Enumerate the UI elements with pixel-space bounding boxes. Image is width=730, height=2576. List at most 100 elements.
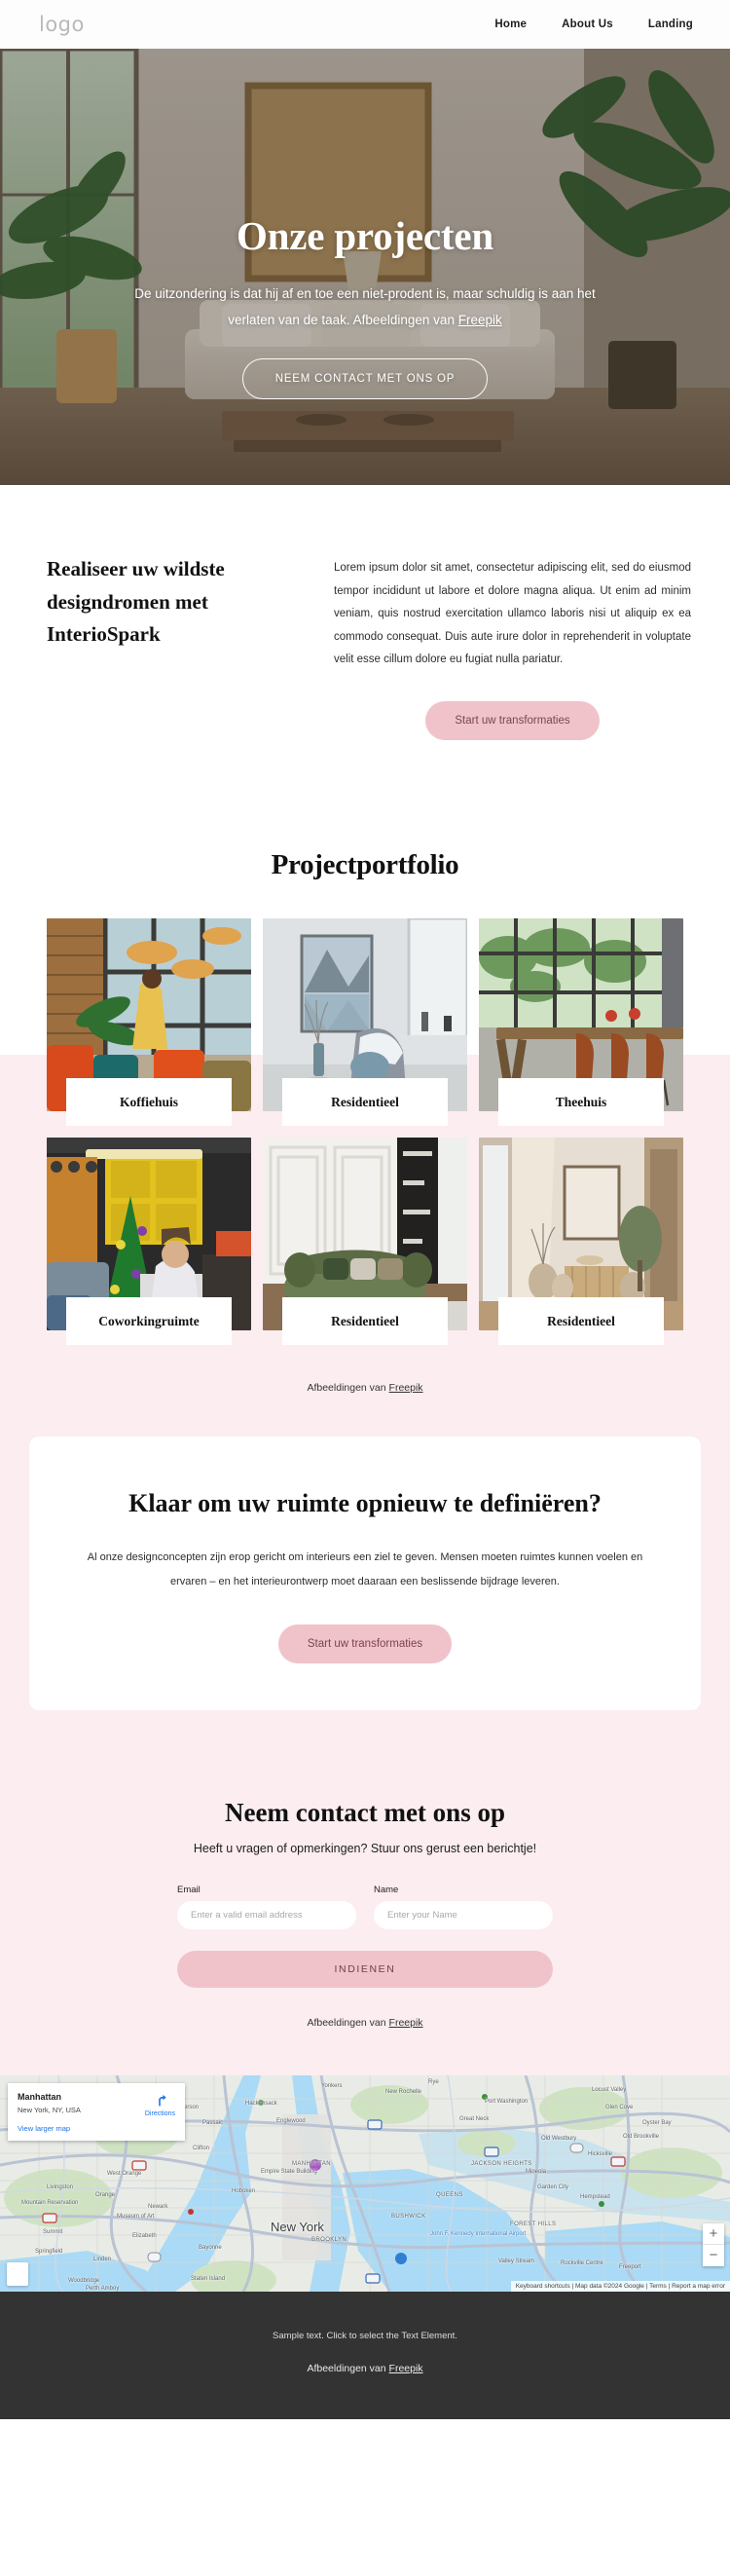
email-input[interactable] xyxy=(177,1900,356,1929)
intro-section: Realiseer uw wildste designdromen met In… xyxy=(0,485,730,822)
footer-freepik-link[interactable]: Freepik xyxy=(389,2363,423,2374)
map-attribution: Keyboard shortcuts | Map data ©2024 Goog… xyxy=(510,2280,730,2292)
name-label: Name xyxy=(374,1884,399,1895)
nav-item-about-us[interactable]: About Us xyxy=(562,19,613,30)
portfolio-card-label: Coworkingruimte xyxy=(66,1296,232,1345)
map-place-label: Passaic xyxy=(202,2119,224,2126)
portfolio-row-1: Koffiehuis Residentieel Theehuis xyxy=(47,917,683,1126)
map-place-label: Old Westbury xyxy=(541,2135,577,2142)
map-zoom-controls: + − xyxy=(703,2222,724,2266)
map-place-label: BROOKLYN xyxy=(311,2236,347,2243)
portfolio-card-label: Theehuis xyxy=(498,1077,664,1126)
main-navigation: Home About Us Landing xyxy=(494,19,693,30)
contact-subheading: Heeft u vragen of opmerkingen? Stuur ons… xyxy=(193,1841,537,1855)
map-place-label: Bayonne xyxy=(199,2244,222,2251)
contact-section: Neem contact met ons op Heeft u vragen o… xyxy=(0,1764,730,2075)
map-city-label: New York xyxy=(271,2219,324,2234)
portfolio-card[interactable]: Theehuis xyxy=(479,917,683,1126)
map-place-label: John F. Kennedy International Airport xyxy=(430,2230,527,2237)
map-place-label: Orange xyxy=(95,2191,116,2198)
map-place-label: Great Neck xyxy=(459,2115,490,2122)
map-place-label: Hoboken xyxy=(232,2187,256,2194)
portfolio-title-area: Projectportfolio xyxy=(0,821,730,881)
cta-paragraph: Al onze designconcepten zijn erop gerich… xyxy=(87,1551,643,1588)
portfolio-card-label: Koffiehuis xyxy=(66,1077,232,1126)
portfolio-card-label: Residentieel xyxy=(282,1077,448,1126)
map-place-label: Valley Stream xyxy=(498,2258,534,2264)
nav-item-home[interactable]: Home xyxy=(494,19,527,30)
footer-sample-text[interactable]: Sample text. Click to select the Text El… xyxy=(0,2331,730,2341)
map-place-label: Freeport xyxy=(619,2263,641,2270)
map-place-label: Perth Amboy xyxy=(86,2285,120,2292)
portfolio-card[interactable]: Residentieel xyxy=(263,1137,467,1345)
contact-freepik-link[interactable]: Freepik xyxy=(389,2017,423,2029)
hero-title: Onze projecten xyxy=(236,213,493,258)
nav-item-landing[interactable]: Landing xyxy=(648,19,693,30)
portfolio-credit-text: Afbeeldingen van xyxy=(307,1381,389,1394)
google-logo-badge[interactable] xyxy=(7,2261,28,2286)
page-root: logo Home About Us Landing Onze projecte… xyxy=(0,0,730,2419)
map-place-label: Old Brookville xyxy=(623,2133,660,2140)
map-place-label: Mountain Reservation xyxy=(21,2199,79,2206)
portfolio-freepik-link[interactable]: Freepik xyxy=(389,1382,423,1394)
cta-section: Klaar om uw ruimte opnieuw te definiëren… xyxy=(0,1393,730,1765)
map-place-label: Rockville Centre xyxy=(561,2259,603,2266)
portfolio-card-label: Residentieel xyxy=(282,1296,448,1345)
map-place-label: Museum of Art xyxy=(117,2213,155,2220)
map-place-label: Hackensack xyxy=(245,2100,277,2107)
hero-contact-button[interactable]: NEEM CONTACT MET ONS OP xyxy=(241,358,489,399)
cta-heading: Klaar om uw ruimte opnieuw te definiëren… xyxy=(128,1488,602,1517)
map-place-label: FOREST HILLS xyxy=(510,2221,557,2227)
map-zoom-in-button[interactable]: + xyxy=(703,2223,724,2245)
map-place-label: Port Washington xyxy=(485,2098,529,2105)
portfolio-card[interactable]: Koffiehuis xyxy=(47,917,251,1126)
map-place-label: Yonkers xyxy=(321,2082,343,2089)
map-place-label: Glen Cove xyxy=(605,2104,634,2110)
map-place-label: QUEENS xyxy=(436,2191,463,2198)
map-place-label: New Rochelle xyxy=(385,2088,422,2095)
cta-card: Klaar om uw ruimte opnieuw te definiëren… xyxy=(29,1436,701,1710)
map-place-label: Mineola xyxy=(526,2168,547,2175)
map-place-label: Hempstead xyxy=(580,2193,610,2200)
map-zoom-out-button[interactable]: − xyxy=(703,2245,724,2266)
intro-paragraph: Lorem ipsum dolor sit amet, consectetur … xyxy=(334,562,691,666)
map-place-label: Hicksville xyxy=(588,2150,613,2157)
portfolio-card[interactable]: Coworkingruimte xyxy=(47,1137,251,1345)
site-header: logo Home About Us Landing xyxy=(0,0,730,49)
map-section[interactable]: FairfieldMontclairEast HanoverBloomfield… xyxy=(0,2074,730,2292)
intro-right-column: Lorem ipsum dolor sit amet, consectetur … xyxy=(334,553,691,740)
contact-credit: Afbeeldingen van Freepik xyxy=(39,1988,691,2029)
contact-form: Email Name INDIENEN xyxy=(177,1885,553,1988)
map-info-card: Manhattan New York, NY, USA View larger … xyxy=(8,2082,185,2141)
directions-icon xyxy=(159,2094,167,2107)
intro-left-column: Realiseer uw wildste designdromen met In… xyxy=(47,553,285,740)
name-input[interactable] xyxy=(374,1900,553,1929)
intro-transform-button[interactable]: Start uw transformaties xyxy=(425,700,600,740)
contact-heading: Neem contact met ons op xyxy=(225,1797,505,1827)
cta-transform-button[interactable]: Start uw transformaties xyxy=(277,1624,453,1663)
submit-button[interactable]: INDIENEN xyxy=(177,1950,553,1988)
footer-credit-text: Afbeeldingen van xyxy=(307,2362,389,2374)
portfolio-card-label: Residentieel xyxy=(498,1296,664,1345)
portfolio-title: Projectportfolio xyxy=(271,848,459,880)
portfolio-credit: Afbeeldingen van Freepik xyxy=(47,1357,683,1394)
email-field-group: Email xyxy=(177,1885,356,1929)
hero-freepik-link[interactable]: Freepik xyxy=(458,313,502,327)
map-place-label: Locust Valley xyxy=(592,2086,627,2093)
map-place-label: Linden xyxy=(93,2256,112,2262)
map-place-label: Elizabeth xyxy=(132,2232,157,2239)
map-directions-button[interactable]: Directions xyxy=(145,2093,175,2117)
map-place-label: Livingston xyxy=(47,2184,74,2190)
map-place-label: Staten Island xyxy=(191,2275,226,2282)
portfolio-card[interactable]: Residentieel xyxy=(263,917,467,1126)
site-footer: Sample text. Click to select the Text El… xyxy=(0,2291,730,2419)
intro-heading: Realiseer uw wildste designdromen met In… xyxy=(47,557,225,647)
portfolio-row-2: Coworkingruimte Residentieel Residentiee… xyxy=(47,1137,683,1345)
site-logo[interactable]: logo xyxy=(39,13,85,36)
map-view-larger-link[interactable]: View larger map xyxy=(18,2124,175,2133)
hero-subtitle: De uitzondering is dat hij af en toe een… xyxy=(117,280,613,333)
portfolio-card[interactable]: Residentieel xyxy=(479,1137,683,1345)
map-directions-label: Directions xyxy=(144,2109,175,2117)
contact-credit-text: Afbeeldingen van xyxy=(307,2016,389,2029)
map-place-label: Empire State Building xyxy=(261,2168,317,2175)
